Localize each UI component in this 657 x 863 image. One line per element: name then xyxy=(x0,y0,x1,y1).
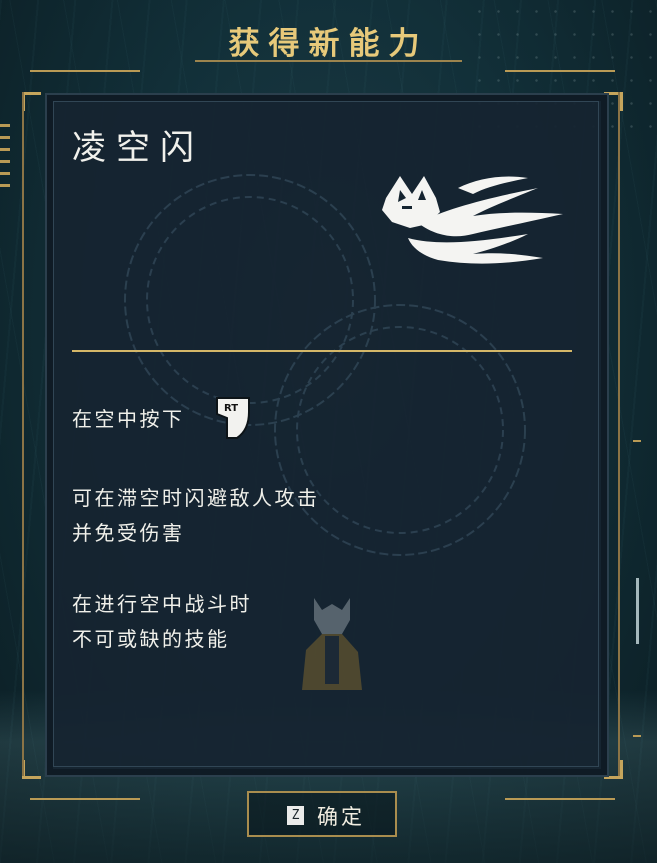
dialog-title: 获得新能力 xyxy=(228,26,429,62)
frame-top-left-line xyxy=(30,70,140,72)
right-mark-2 xyxy=(633,735,641,737)
frame-bottom-left-line xyxy=(30,798,140,800)
instruction-text: 在空中按下 xyxy=(72,407,185,431)
section-divider xyxy=(72,350,572,352)
right-mark-1 xyxy=(633,440,641,442)
spirit-fox-dash-icon xyxy=(382,176,563,264)
note-line-2: 不可或缺的技能 xyxy=(72,627,230,651)
description-line-1: 可在滞空时闪避敌人攻击 xyxy=(72,486,320,510)
fox-character-silhouette xyxy=(302,598,362,690)
rt-trigger-label: RT xyxy=(224,403,238,414)
right-scroll-bar xyxy=(636,578,639,644)
description-line-2: 并免受伤害 xyxy=(72,521,185,545)
rt-trigger-button-icon: RT xyxy=(216,397,250,439)
confirm-label: 确定 xyxy=(317,805,365,829)
note-line-1: 在进行空中战斗时 xyxy=(72,592,252,616)
z-key-icon: Z xyxy=(287,806,304,825)
frame-bottom-right-line xyxy=(505,798,615,800)
frame-left-line xyxy=(22,92,24,776)
skill-name: 凌空闪 xyxy=(72,128,204,168)
frame-corner-bottom-left xyxy=(22,760,41,779)
frame-top-right-line xyxy=(505,70,615,72)
frame-corner-top-left xyxy=(22,92,41,111)
game-screen: 获得新能力 凌空闪 在空中按下 RT 可在滞空时闪避敌人攻击 并免受伤害 在进行… xyxy=(0,0,657,863)
frame-right-line xyxy=(618,92,620,776)
left-tick-marks xyxy=(0,124,10,187)
title-underline xyxy=(195,60,462,62)
